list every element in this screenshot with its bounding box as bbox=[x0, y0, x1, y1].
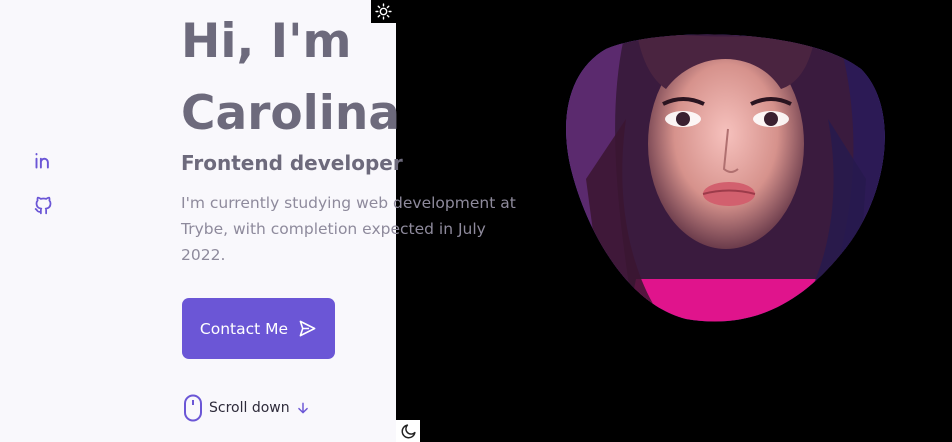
profile-avatar bbox=[566, 29, 888, 329]
sun-icon bbox=[375, 3, 392, 20]
arrow-down-icon bbox=[297, 402, 308, 414]
hero-description: I'm currently studying web development a… bbox=[181, 194, 516, 264]
hero-name: Carolina bbox=[181, 86, 401, 141]
hero-greeting: Hi, I'm bbox=[181, 14, 352, 69]
contact-me-label: Contact Me bbox=[199, 319, 289, 338]
dark-theme-toggle[interactable] bbox=[396, 420, 420, 442]
github-icon bbox=[34, 196, 52, 215]
light-theme-toggle[interactable] bbox=[371, 0, 396, 23]
scroll-down-link[interactable]: Scroll down bbox=[183, 394, 310, 422]
moon-icon bbox=[401, 423, 416, 438]
mouse-icon bbox=[184, 394, 202, 422]
send-icon bbox=[299, 320, 316, 337]
hero-role: Frontend developer bbox=[181, 151, 403, 175]
contact-me-button[interactable]: Contact Me bbox=[182, 298, 335, 359]
github-link[interactable] bbox=[33, 195, 54, 220]
scroll-down-label: Scroll down bbox=[209, 400, 290, 416]
linkedin-link[interactable] bbox=[33, 150, 54, 175]
linkedin-icon bbox=[35, 152, 49, 169]
